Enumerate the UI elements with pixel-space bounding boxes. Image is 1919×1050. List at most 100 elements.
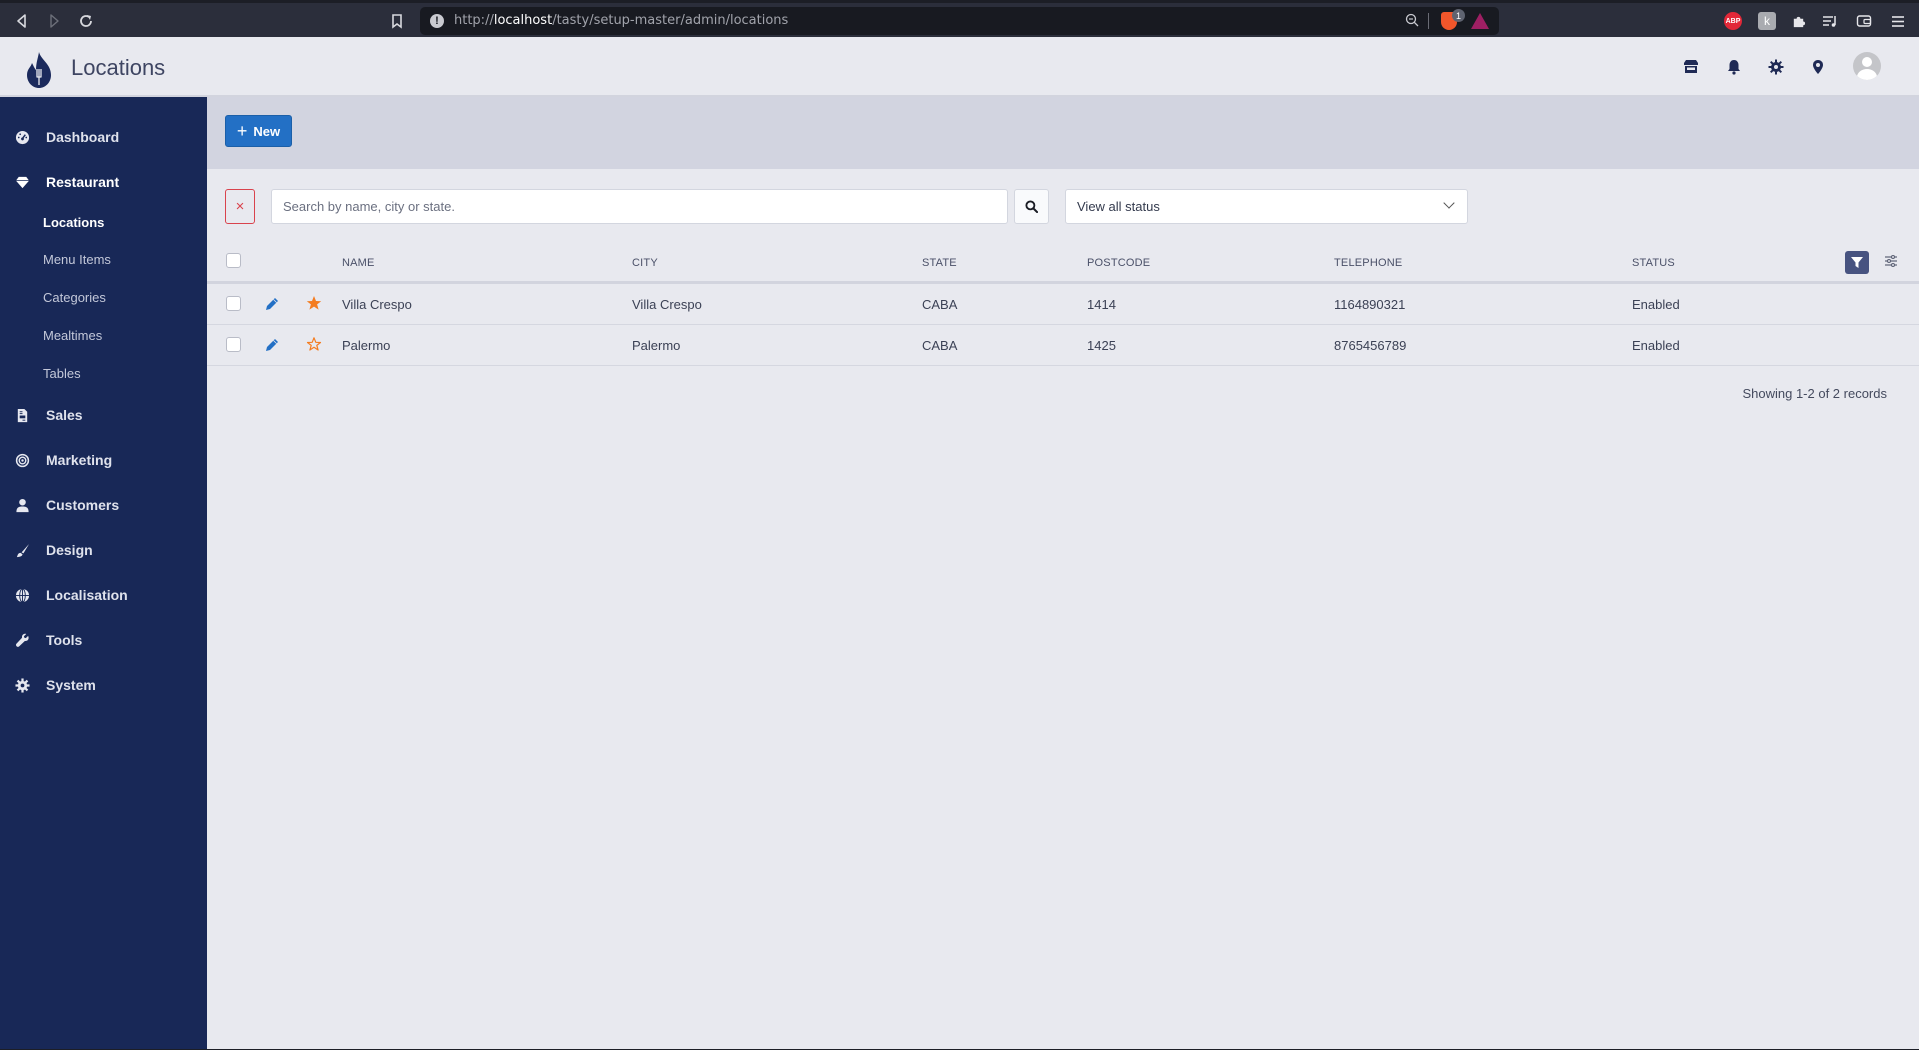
column-header-city[interactable]: City: [632, 257, 658, 269]
url-separator: [1428, 13, 1429, 29]
sidebar-subitem-tables[interactable]: Tables: [43, 366, 81, 381]
sidebar-label: Customers: [46, 497, 120, 513]
wallet-icon[interactable]: [1855, 12, 1873, 30]
column-header-telephone[interactable]: Telephone: [1334, 257, 1402, 269]
records-count: Showing 1-2 of 2 records: [1742, 386, 1887, 401]
user-icon: [14, 497, 30, 513]
select-all-checkbox[interactable]: [226, 253, 241, 268]
address-bar[interactable]: ! http://localhost/tasty/setup-master/ad…: [420, 7, 1499, 35]
url-prefix: http://: [454, 13, 494, 28]
paint-brush-icon: [14, 542, 30, 558]
bell-icon[interactable]: [1725, 58, 1743, 76]
toggle-filter-button[interactable]: [1845, 251, 1869, 274]
extensions-puzzle-icon[interactable]: [1789, 12, 1807, 30]
cell-city: Palermo: [632, 338, 681, 353]
brave-rewards-icon[interactable]: [1471, 13, 1489, 29]
back-icon: [17, 14, 26, 28]
bookmark-button[interactable]: [386, 10, 408, 32]
row-checkbox[interactable]: [226, 296, 241, 311]
sidebar-item-design[interactable]: Design: [0, 532, 207, 568]
page-title: Locations: [71, 55, 166, 80]
cell-postcode: 1414: [1087, 297, 1116, 312]
sidebar-subitem-mealtimes[interactable]: Mealtimes: [43, 328, 102, 343]
reload-button[interactable]: [75, 10, 97, 32]
new-location-button[interactable]: + New: [225, 115, 292, 147]
cell-state: CABA: [922, 297, 958, 312]
column-header-state[interactable]: State: [922, 257, 957, 269]
sidebar-item-marketing[interactable]: Marketing: [0, 442, 207, 478]
app-header: Locations: [0, 37, 1919, 97]
default-star-filled-icon[interactable]: [306, 295, 322, 311]
clear-filter-button[interactable]: ×: [225, 189, 255, 224]
wrench-icon: [14, 632, 30, 648]
table-header: Name City State Postcode Telephone Statu…: [207, 244, 1919, 284]
sidebar-item-sales[interactable]: Sales: [0, 397, 207, 433]
table-row[interactable]: Villa Crespo Villa Crespo CABA 1414 1164…: [207, 284, 1919, 325]
search-input[interactable]: [271, 189, 1008, 224]
default-star-outline-icon[interactable]: [306, 336, 322, 352]
browser-toolbar: ! http://localhost/tasty/setup-master/ad…: [0, 0, 1919, 37]
sidebar-label: Localisation: [46, 587, 128, 603]
sidebar-item-restaurant[interactable]: Restaurant: [0, 164, 207, 200]
sliders-icon: [1885, 254, 1897, 268]
sidebar-item-system[interactable]: System: [0, 667, 207, 703]
status-filter-select[interactable]: View all status: [1065, 189, 1468, 224]
sidebar: Dashboard Restaurant Locations Menu Item…: [0, 97, 207, 1050]
cell-status: Enabled: [1632, 297, 1680, 312]
plus-icon: +: [236, 121, 248, 141]
locations-table: Name City State Postcode Telephone Statu…: [207, 244, 1919, 366]
row-checkbox[interactable]: [226, 337, 241, 352]
sidebar-item-customers[interactable]: Customers: [0, 487, 207, 523]
toolbar: + New: [207, 97, 1919, 169]
adblock-plus-icon[interactable]: ABP: [1724, 12, 1742, 30]
sidebar-item-tools[interactable]: Tools: [0, 622, 207, 658]
search-button[interactable]: [1014, 189, 1049, 224]
sidebar-item-localisation[interactable]: Localisation: [0, 577, 207, 613]
url-path: /tasty/setup-master/admin/locations: [552, 13, 789, 28]
sidebar-subitem-categories[interactable]: Categories: [43, 290, 106, 305]
search-icon: [1025, 200, 1038, 213]
table-row[interactable]: Palermo Palermo CABA 1425 8765456789 Ena…: [207, 325, 1919, 366]
map-marker-icon[interactable]: [1809, 58, 1827, 76]
storefront-icon[interactable]: [1682, 58, 1700, 76]
forward-button[interactable]: [43, 10, 65, 32]
back-button[interactable]: [11, 10, 33, 32]
shield-count-badge: 1: [1452, 9, 1465, 22]
browser-menu-icon[interactable]: [1889, 12, 1907, 30]
sidebar-subitem-locations[interactable]: Locations: [43, 215, 104, 230]
column-header-status[interactable]: Status: [1632, 257, 1675, 269]
url-text[interactable]: http://localhost/tasty/setup-master/admi…: [454, 13, 788, 28]
list-setup-button[interactable]: [1884, 254, 1900, 270]
bullseye-icon: [14, 452, 30, 468]
cell-status: Enabled: [1632, 338, 1680, 353]
site-info-icon[interactable]: !: [430, 14, 444, 28]
url-host: localhost: [493, 13, 553, 28]
new-button-label: New: [253, 123, 281, 139]
cell-state: CABA: [922, 338, 958, 353]
filter-icon: [1851, 257, 1863, 268]
status-filter-value: View all status: [1077, 199, 1160, 214]
playlist-icon[interactable]: [1821, 12, 1839, 30]
cell-name: Palermo: [342, 338, 391, 353]
file-invoice-icon: [14, 407, 30, 423]
globe-icon: [14, 587, 30, 603]
sidebar-label: Dashboard: [46, 129, 120, 145]
column-header-postcode[interactable]: Postcode: [1087, 257, 1150, 269]
close-icon: ×: [235, 198, 245, 215]
sidebar-label: Marketing: [46, 452, 113, 468]
gear-icon[interactable]: [1767, 58, 1785, 76]
sidebar-item-dashboard[interactable]: Dashboard: [0, 119, 207, 155]
edit-pencil-icon[interactable]: [265, 297, 279, 311]
edit-pencil-icon[interactable]: [265, 338, 279, 352]
cog-icon: [14, 677, 30, 693]
column-header-name[interactable]: Name: [342, 257, 375, 269]
cell-telephone: 8765456789: [1334, 338, 1407, 353]
k-extension-icon[interactable]: k: [1758, 12, 1776, 30]
zoom-out-icon[interactable]: [1405, 13, 1419, 32]
sidebar-label: Restaurant: [46, 174, 120, 190]
gem-icon: [14, 174, 30, 190]
sidebar-subitem-menu-items[interactable]: Menu Items: [43, 252, 111, 267]
flame-logo-icon[interactable]: [24, 51, 54, 89]
sidebar-label: Tools: [46, 632, 83, 648]
user-avatar[interactable]: [1853, 52, 1881, 80]
